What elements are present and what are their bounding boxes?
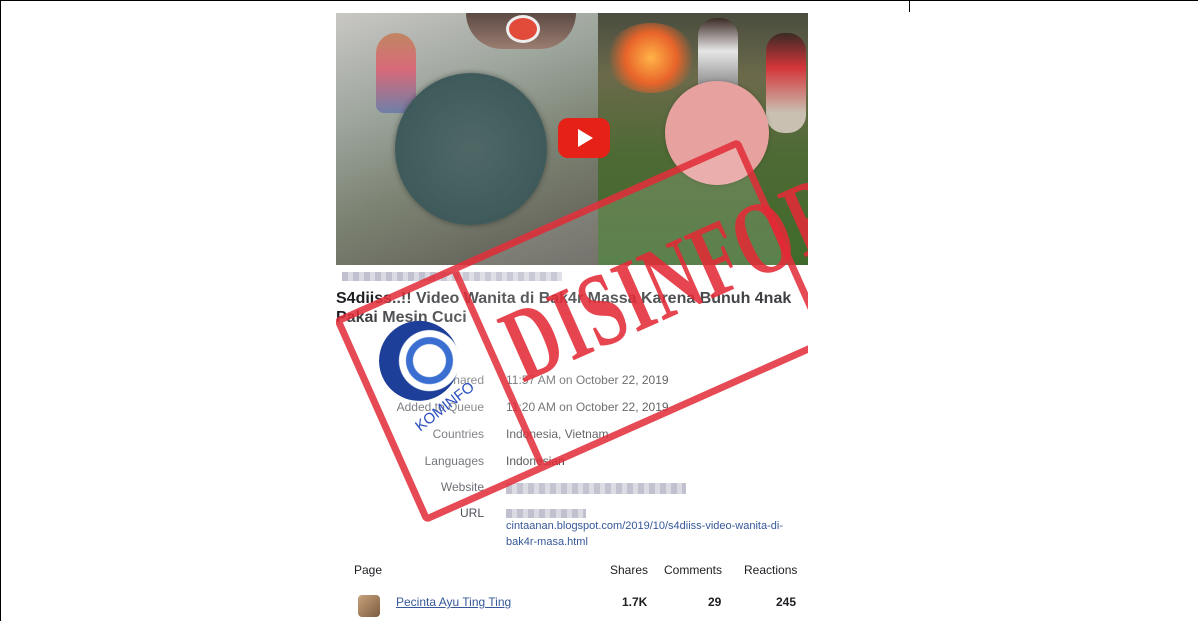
post-url-link[interactable]: cintaanan.blogspot.com/2019/10/s4diiss-v… <box>506 518 786 550</box>
comments-count: 29 <box>708 595 722 609</box>
blurred-url-prefix <box>506 509 586 518</box>
reactions-count: 245 <box>776 595 797 609</box>
meta-value: Indonesian <box>506 454 565 468</box>
play-icon <box>578 129 593 147</box>
video-thumbnail[interactable] <box>336 13 808 265</box>
table-row[interactable]: Pecinta Ayu Ting Ting 1.7K 29 245 <box>336 595 808 621</box>
meta-value: 11:57 AM on October 22, 2019 <box>506 373 669 387</box>
washing-machine-knob <box>506 15 540 43</box>
meta-label: Languages <box>424 454 484 468</box>
post-title[interactable]: S4diiss..!! Video Wanita di Bak4r Massa … <box>336 289 808 327</box>
shares-count: 1.7K <box>622 595 648 609</box>
blurred-website <box>506 483 686 494</box>
header-shares: Shares <box>610 563 649 577</box>
meta-value: 11:20 AM on October 22, 2019 <box>506 400 669 414</box>
frame-top-border <box>0 0 1198 1</box>
meta-label: Shared <box>445 373 484 387</box>
frame-left-border <box>0 0 1 621</box>
avatar <box>358 595 380 617</box>
frame-tick-mark <box>909 0 910 12</box>
post-card: S4diiss..!! Video Wanita di Bak4r Massa … <box>336 13 808 621</box>
header-reactions: Reactions <box>744 563 798 577</box>
person-figure <box>766 33 806 133</box>
play-button[interactable] <box>558 118 610 158</box>
meta-label: Added to Queue <box>396 400 484 414</box>
header-comments: Comments <box>664 563 723 577</box>
fire-image <box>606 23 696 93</box>
table-header: Page Shares Comments Reactions <box>336 563 808 585</box>
meta-label: URL <box>459 506 484 520</box>
blurred-source-name <box>342 272 562 281</box>
page-link[interactable]: Pecinta Ayu Ting Ting <box>396 595 511 609</box>
meta-label: Countries <box>432 427 484 441</box>
child-figure <box>376 33 416 113</box>
meta-value: Indonesia, Vietnam <box>506 427 609 441</box>
censor-circle-gray <box>395 73 547 225</box>
meta-label: Website <box>440 480 484 494</box>
censor-circle-pink <box>665 81 769 185</box>
header-page: Page <box>354 563 383 577</box>
